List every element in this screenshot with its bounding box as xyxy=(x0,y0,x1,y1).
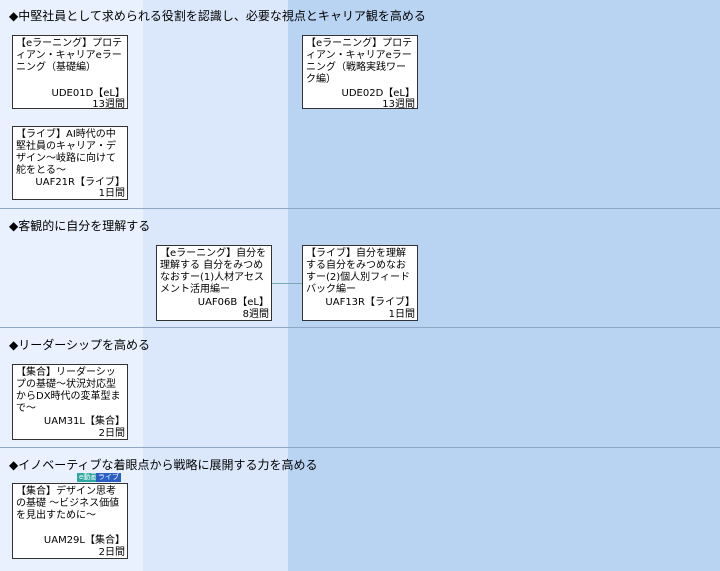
course-connector-line xyxy=(272,283,302,284)
course-card[interactable]: 【集合】リーダーシップの基礎～状況対応型からDX時代の変革型まで～ UAM31L… xyxy=(12,364,128,440)
course-code: UAM29L【集合】 xyxy=(43,535,125,546)
tag-live: ライブ xyxy=(96,473,121,482)
course-name: 【eラーニング】自分を理解する 自分をみつめなおすー(1)人材アセスメント活用編… xyxy=(160,248,267,295)
course-name: 【eラーニング】プロティアン・キャリアeラーニング（戦略実践ワーク編） xyxy=(306,38,413,85)
section-divider xyxy=(0,447,720,448)
section-title-innovation: ◆イノベーティブな着眼点から戦略に展開する力を高める xyxy=(9,458,318,472)
course-card[interactable]: 【ライブ】AI時代の中堅社員のキャリア・デザイン～岐路に向けて舵をとる～ UAF… xyxy=(12,126,128,200)
course-name: 【集合】リーダーシップの基礎～状況対応型からDX時代の変革型まで～ xyxy=(16,367,121,414)
course-name: 【eラーニング】プロティアン・キャリアeラーニング（基礎編） xyxy=(16,38,123,73)
course-card[interactable]: 【eラーニング】プロティアン・キャリアeラーニング（戦略実践ワーク編） UDE0… xyxy=(302,35,418,110)
course-card[interactable]: 【ライブ】自分を理解する自分をみつめなおすー(2)個人別フィードバック編ー UA… xyxy=(302,245,418,321)
section-title-self-understanding: ◆客観的に自分を理解する xyxy=(9,219,151,233)
course-duration: 1日間 xyxy=(98,188,125,199)
course-name: 【集合】デザイン思考の基礎 ～ビジネス価値を見出すために～ xyxy=(16,486,120,521)
section-title-role: ◆中堅社員として求められる役割を認識し、必要な視点とキャリア観を高める xyxy=(9,9,426,23)
section-divider xyxy=(0,327,720,328)
course-code: UAF13R【ライブ】 xyxy=(325,297,415,308)
course-duration: 2日間 xyxy=(98,547,125,558)
course-duration: 8週間 xyxy=(242,309,269,320)
section-title-leadership: ◆リーダーシップを高める xyxy=(9,338,150,352)
section-divider xyxy=(0,208,720,209)
course-duration: 13週間 xyxy=(382,99,415,110)
course-code: UAM31L【集合】 xyxy=(43,416,125,427)
course-card[interactable]: 【eラーニング】自分を理解する 自分をみつめなおすー(1)人材アセスメント活用編… xyxy=(156,245,272,321)
course-name: 【ライブ】AI時代の中堅社員のキャリア・デザイン～岐路に向けて舵をとる～ xyxy=(16,129,116,176)
course-code: UAF06B【eL】 xyxy=(197,297,269,308)
course-duration: 1日間 xyxy=(388,309,415,320)
course-duration: 13週間 xyxy=(92,99,125,110)
course-card[interactable]: 【集合】デザイン思考の基礎 ～ビジネス価値を見出すために～ UAM29L【集合】… xyxy=(12,483,128,559)
course-duration: 2日間 xyxy=(98,428,125,439)
course-card[interactable]: 【eラーニング】プロティアン・キャリアeラーニング（基礎編） UDE01D【eL… xyxy=(12,35,128,110)
course-name: 【ライブ】自分を理解する自分をみつめなおすー(2)個人別フィードバック編ー xyxy=(306,248,410,295)
